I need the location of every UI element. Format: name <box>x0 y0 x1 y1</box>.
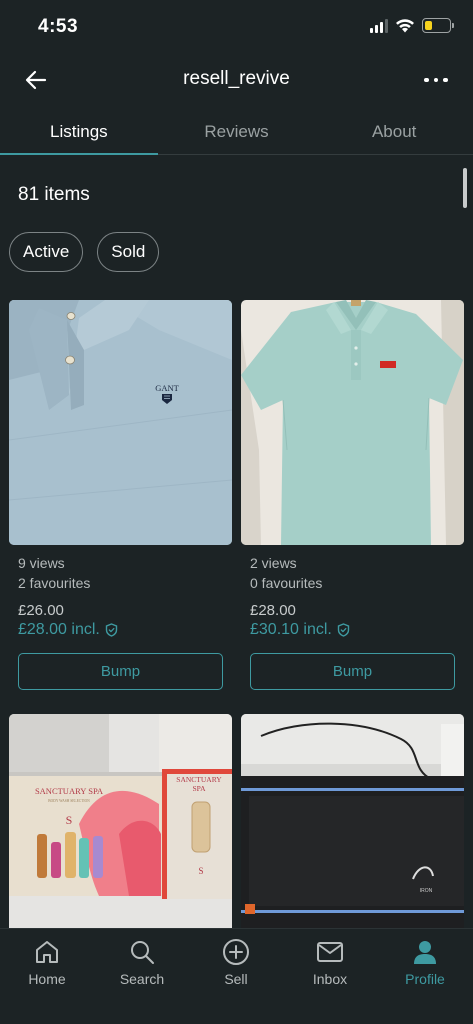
status-icons <box>370 18 454 33</box>
listing-price-incl-text: £30.10 incl. <box>250 621 332 638</box>
listing-favourites: 0 favourites <box>250 575 323 591</box>
bump-button[interactable]: Bump <box>18 653 223 690</box>
shield-icon <box>337 623 350 637</box>
bottom-navigation: Home Search Sell Inbox Profile <box>0 928 473 1024</box>
mail-icon <box>317 942 343 962</box>
scrollbar <box>463 168 467 208</box>
listing-price-incl-text: £28.00 incl. <box>18 621 100 638</box>
wifi-icon <box>396 19 414 33</box>
box-brand-text: SANCTUARY SPA <box>35 786 104 796</box>
status-bar: 4:53 <box>0 0 473 52</box>
listing-price-incl: £30.10 incl. <box>241 621 464 639</box>
listing-views: 9 views <box>18 555 65 571</box>
nav-profile-label: Profile <box>405 971 445 987</box>
shield-icon <box>105 623 118 637</box>
tab-reviews[interactable]: Reviews <box>158 108 316 154</box>
nav-sell[interactable]: Sell <box>196 937 276 987</box>
svg-text:SPA: SPA <box>192 784 206 793</box>
listing-image-treadmill[interactable]: IRON <box>241 714 464 928</box>
nav-search[interactable]: Search <box>102 937 182 987</box>
profile-icon <box>414 941 436 964</box>
nav-bar: resell_revive <box>0 56 473 104</box>
more-options-button[interactable] <box>419 64 453 96</box>
listing-image-polo-gant[interactable]: GANT <box>9 300 232 545</box>
nav-search-label: Search <box>119 971 165 987</box>
listing-image-polo-mint[interactable] <box>241 300 464 545</box>
device-text: IRON <box>420 888 433 894</box>
listing-price-incl: £28.00 incl. <box>9 621 232 639</box>
listing-card[interactable]: IRON <box>241 714 464 928</box>
nav-sell-label: Sell <box>224 971 248 987</box>
status-time: 4:53 <box>38 16 79 37</box>
box-sub-text: BODY WASH SELECTION <box>48 799 90 803</box>
gant-logo-text: GANT <box>155 383 179 393</box>
listing-favourites: 2 favourites <box>18 575 91 591</box>
listing-card[interactable]: 2 views 0 favourites £28.00 £30.10 incl.… <box>241 300 464 690</box>
page-title: resell_revive <box>183 68 290 89</box>
items-count: 81 items <box>18 184 90 205</box>
listing-card[interactable]: GANT 9 views 2 favourites £26.00 £28.00 … <box>9 300 232 690</box>
nav-profile[interactable]: Profile <box>385 937 465 987</box>
search-icon <box>131 941 154 964</box>
listing-price: £26.00 <box>18 602 64 619</box>
bump-button[interactable]: Bump <box>250 653 455 690</box>
filter-chips: Active Sold <box>9 232 160 272</box>
svg-text:S: S <box>198 866 203 876</box>
battery-icon <box>422 18 454 33</box>
tab-listings[interactable]: Listings <box>0 108 158 155</box>
signal-icon <box>370 18 388 33</box>
filter-sold-chip[interactable]: Sold <box>97 232 160 272</box>
nav-inbox[interactable]: Inbox <box>290 937 370 987</box>
nav-home-label: Home <box>28 971 66 987</box>
svg-text:SANCTUARY: SANCTUARY <box>176 775 222 784</box>
filter-active-chip[interactable]: Active <box>9 232 84 272</box>
box-letter-text: S <box>66 813 73 827</box>
nav-home[interactable]: Home <box>7 937 87 987</box>
tab-about[interactable]: About <box>315 108 473 154</box>
listing-views: 2 views <box>250 555 297 571</box>
nav-inbox-label: Inbox <box>312 971 348 987</box>
plus-circle-icon <box>223 939 249 965</box>
listing-image-sanctuary-spa[interactable]: SANCTUARY SPA BODY WASH SELECTION S SANC… <box>9 714 232 928</box>
listing-price: £28.00 <box>250 602 296 619</box>
listing-card[interactable]: SANCTUARY SPA BODY WASH SELECTION S SANC… <box>9 714 232 928</box>
profile-tabs: Listings Reviews About <box>0 108 473 155</box>
home-icon <box>36 941 58 963</box>
